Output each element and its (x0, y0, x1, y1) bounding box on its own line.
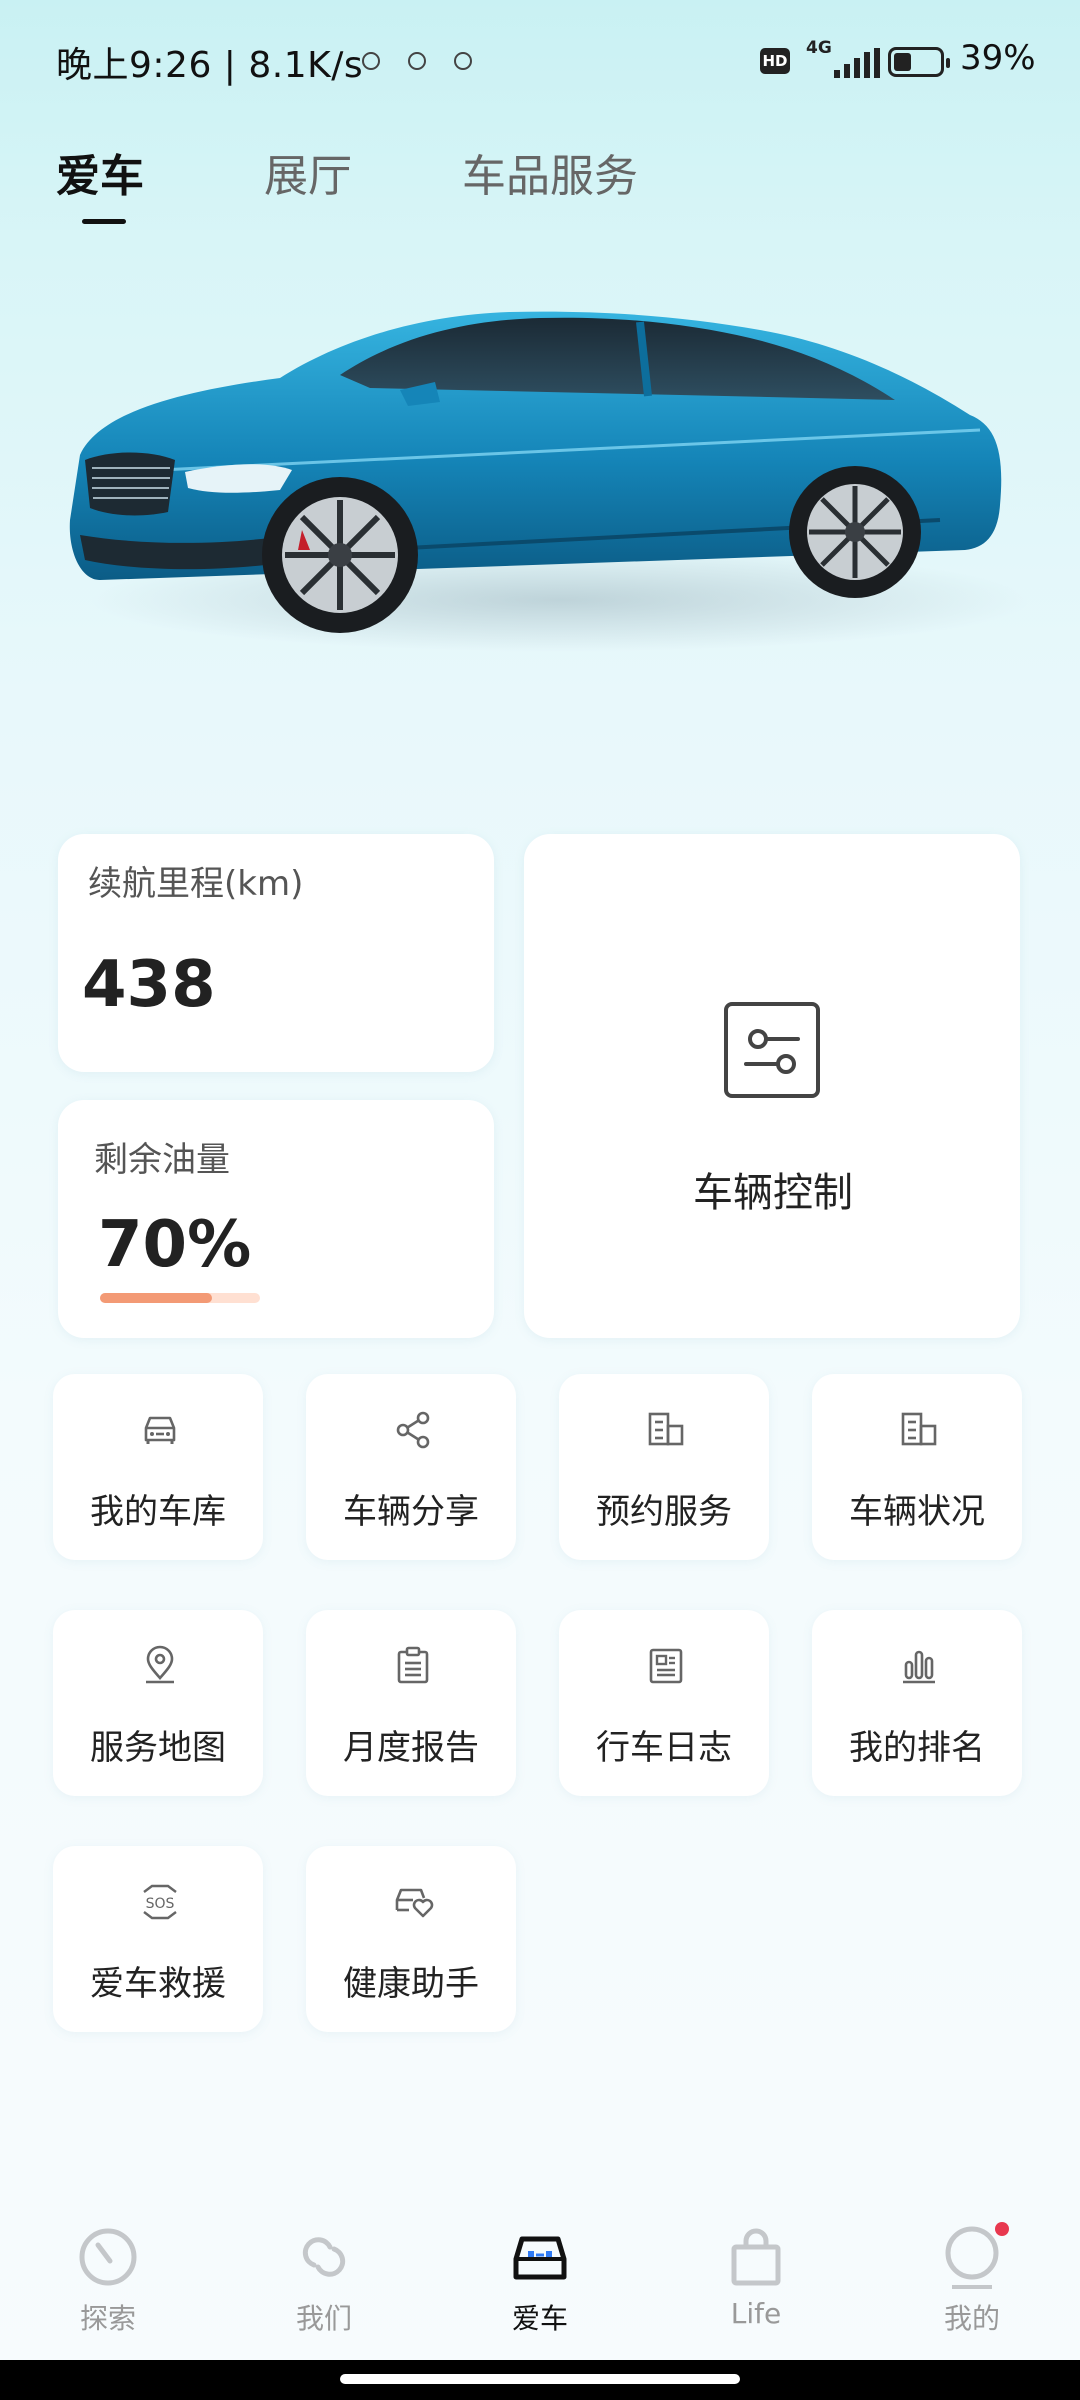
service-label: 车辆状况 (849, 1492, 985, 1532)
range-value: 438 (82, 948, 216, 1022)
service-label: 车辆分享 (343, 1492, 479, 1532)
active-tab-indicator (82, 219, 126, 224)
sliders-icon (724, 1002, 820, 1098)
status-notification-icons (362, 52, 472, 70)
vehicle-control-label: 车辆控制 (693, 1170, 853, 1216)
nav-label: 我的 (943, 2302, 1000, 2335)
nav-life[interactable]: Life (681, 2225, 831, 2330)
service-label: 健康助手 (343, 1964, 479, 2004)
service-vehicle-status[interactable]: 车辆状况 (812, 1374, 1022, 1560)
car-image (40, 250, 1040, 720)
service-label: 月度报告 (343, 1728, 479, 1768)
service-my-ranking[interactable]: 我的排名 (812, 1610, 1022, 1796)
service-vehicle-share[interactable]: 车辆分享 (306, 1374, 516, 1560)
clipboard-icon (397, 1646, 429, 1684)
nav-label: Life (730, 2297, 782, 2330)
battery-icon (888, 47, 950, 77)
nav-label: 探索 (79, 2302, 136, 2335)
hd-badge: HD (760, 48, 790, 74)
nav-explore[interactable]: 探索 (33, 2225, 183, 2337)
share-icon (396, 1411, 430, 1449)
service-rescue[interactable]: SOS 爱车救援 (53, 1846, 263, 2032)
range-title: 续航里程(km) (88, 864, 304, 904)
service-label: 服务地图 (90, 1728, 226, 1768)
service-label: 我的车库 (90, 1492, 226, 1532)
notification-icon (454, 52, 472, 70)
notification-icon (408, 52, 426, 70)
service-driving-log[interactable]: 行车日志 (559, 1610, 769, 1796)
building-icon (648, 1412, 684, 1446)
car-heart-icon (395, 1888, 434, 1918)
document-icon (649, 1648, 683, 1684)
nav-my-car[interactable]: 爱车 (465, 2225, 615, 2337)
service-map[interactable]: 服务地图 (53, 1610, 263, 1796)
link-icon (302, 2237, 346, 2277)
network-type: 4G (806, 38, 832, 58)
signal-icon (834, 48, 880, 78)
tab-car-products[interactable]: 车品服务 (462, 140, 638, 204)
profile-icon (945, 2226, 999, 2289)
fuel-value: 70% (98, 1208, 252, 1282)
nav-mine[interactable]: 我的 (897, 2225, 1047, 2337)
svg-text:SOS: SOS (146, 1896, 175, 1912)
service-label: 行车日志 (596, 1728, 732, 1768)
nav-us[interactable]: 我们 (249, 2225, 399, 2337)
bar-chart-icon (903, 1650, 935, 1684)
service-health-assistant[interactable]: 健康助手 (306, 1846, 516, 2032)
service-my-garage[interactable]: 我的车库 (53, 1374, 263, 1560)
service-label: 爱车救援 (90, 1964, 226, 2004)
notification-icon (362, 52, 380, 70)
map-pin-icon (146, 1645, 174, 1684)
service-monthly-report[interactable]: 月度报告 (306, 1610, 516, 1796)
shopping-bag-icon (731, 2228, 781, 2286)
home-indicator-bar[interactable] (340, 2374, 740, 2384)
fuel-level-bar (100, 1293, 260, 1303)
car-front-icon (513, 2236, 567, 2280)
compass-icon (79, 2228, 137, 2286)
sos-icon: SOS (143, 1884, 177, 1920)
battery-percent: 39% (960, 38, 1036, 78)
service-booking[interactable]: 预约服务 (559, 1374, 769, 1560)
fuel-title: 剩余油量 (94, 1140, 230, 1180)
tab-my-car[interactable]: 爱车 (56, 140, 144, 204)
nav-label: 爱车 (511, 2302, 568, 2335)
status-time-speed: 晚上9:26 | 8.1K/s (56, 45, 364, 86)
tab-showroom[interactable]: 展厅 (264, 140, 352, 204)
service-label: 预约服务 (596, 1492, 732, 1532)
car-icon (144, 1416, 176, 1444)
building-icon (901, 1412, 937, 1446)
notification-badge (995, 2222, 1009, 2236)
nav-label: 我们 (295, 2302, 352, 2335)
service-label: 我的排名 (849, 1728, 985, 1768)
